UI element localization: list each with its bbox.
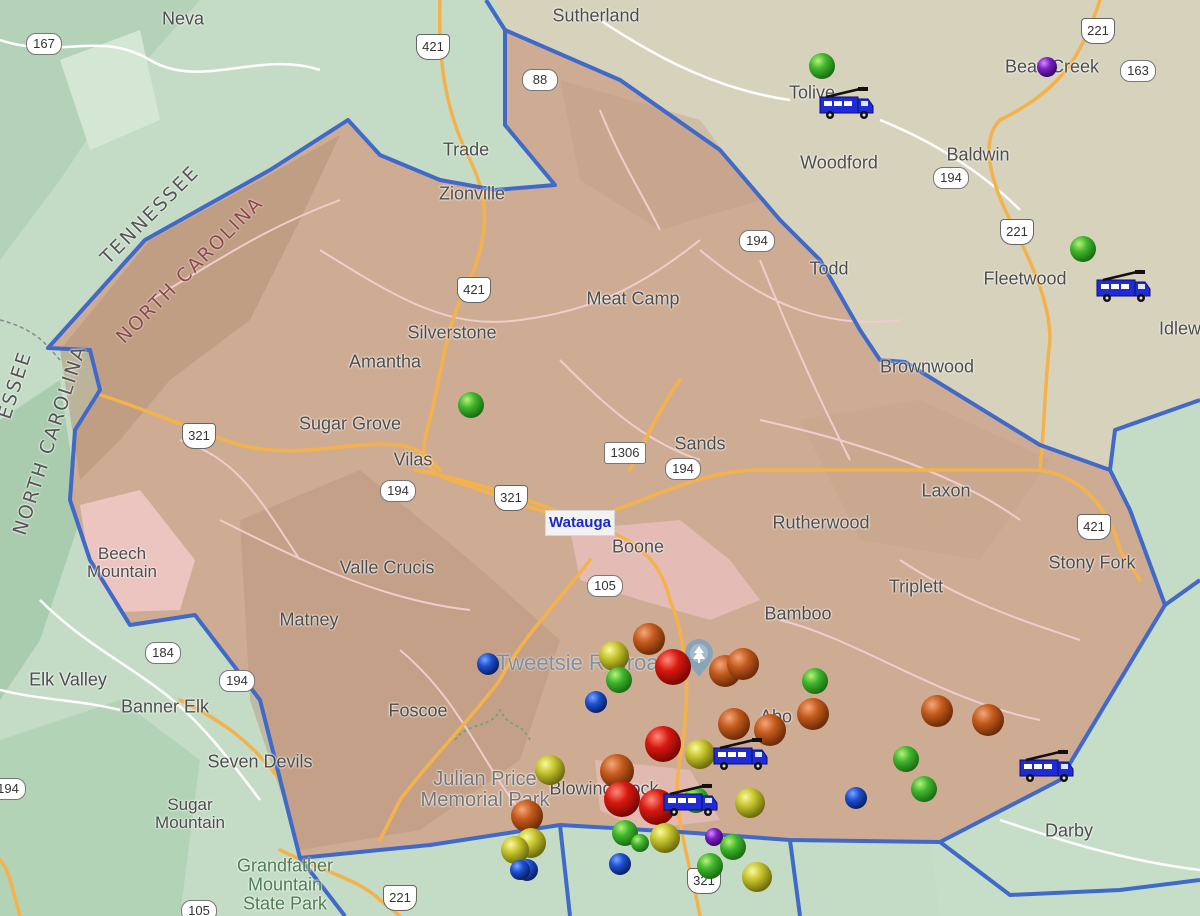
outage-marker-green[interactable]: [606, 667, 632, 693]
outage-marker-yellow[interactable]: [599, 641, 629, 671]
map-view[interactable]: TENNESSEE NORTH CAROLINA ESSEE NORTH CAROLI…: [0, 0, 1200, 916]
outage-marker-purple[interactable]: [1037, 57, 1057, 77]
outage-marker-blue[interactable]: [845, 787, 867, 809]
crew-truck-icon[interactable]: [1018, 748, 1075, 784]
outage-marker-green[interactable]: [458, 392, 484, 418]
crew-truck-icon[interactable]: [818, 85, 875, 121]
outage-marker-yellow[interactable]: [735, 788, 765, 818]
outage-marker-purple[interactable]: [705, 828, 723, 846]
outage-marker-green[interactable]: [1070, 236, 1096, 262]
outage-marker-blue[interactable]: [510, 860, 530, 880]
outage-marker-yellow[interactable]: [742, 862, 772, 892]
crew-truck-icon[interactable]: [1095, 268, 1152, 304]
outage-marker-green[interactable]: [893, 746, 919, 772]
outage-marker-yellow[interactable]: [650, 823, 680, 853]
outage-marker-orange[interactable]: [718, 708, 750, 740]
outage-marker-green[interactable]: [720, 834, 746, 860]
outage-marker-blue[interactable]: [585, 691, 607, 713]
outage-marker-orange[interactable]: [797, 698, 829, 730]
outage-marker-green[interactable]: [809, 53, 835, 79]
outage-marker-green[interactable]: [697, 853, 723, 879]
markers-layer: [458, 53, 1152, 892]
outage-marker-blue[interactable]: [609, 853, 631, 875]
outage-marker-orange[interactable]: [972, 704, 1004, 736]
outage-marker-red[interactable]: [655, 649, 691, 685]
outage-marker-red[interactable]: [604, 781, 640, 817]
outage-marker-orange[interactable]: [633, 623, 665, 655]
outage-marker-orange[interactable]: [727, 648, 759, 680]
outage-marker-blue[interactable]: [477, 653, 499, 675]
outage-marker-red[interactable]: [645, 726, 681, 762]
outage-marker-green[interactable]: [802, 668, 828, 694]
outage-marker-orange[interactable]: [511, 800, 543, 832]
outage-marker-orange[interactable]: [921, 695, 953, 727]
outage-marker-yellow[interactable]: [685, 739, 715, 769]
outage-marker-green[interactable]: [631, 834, 649, 852]
outage-marker-yellow[interactable]: [535, 755, 565, 785]
crew-truck-icon[interactable]: [712, 736, 769, 772]
outage-marker-green[interactable]: [911, 776, 937, 802]
